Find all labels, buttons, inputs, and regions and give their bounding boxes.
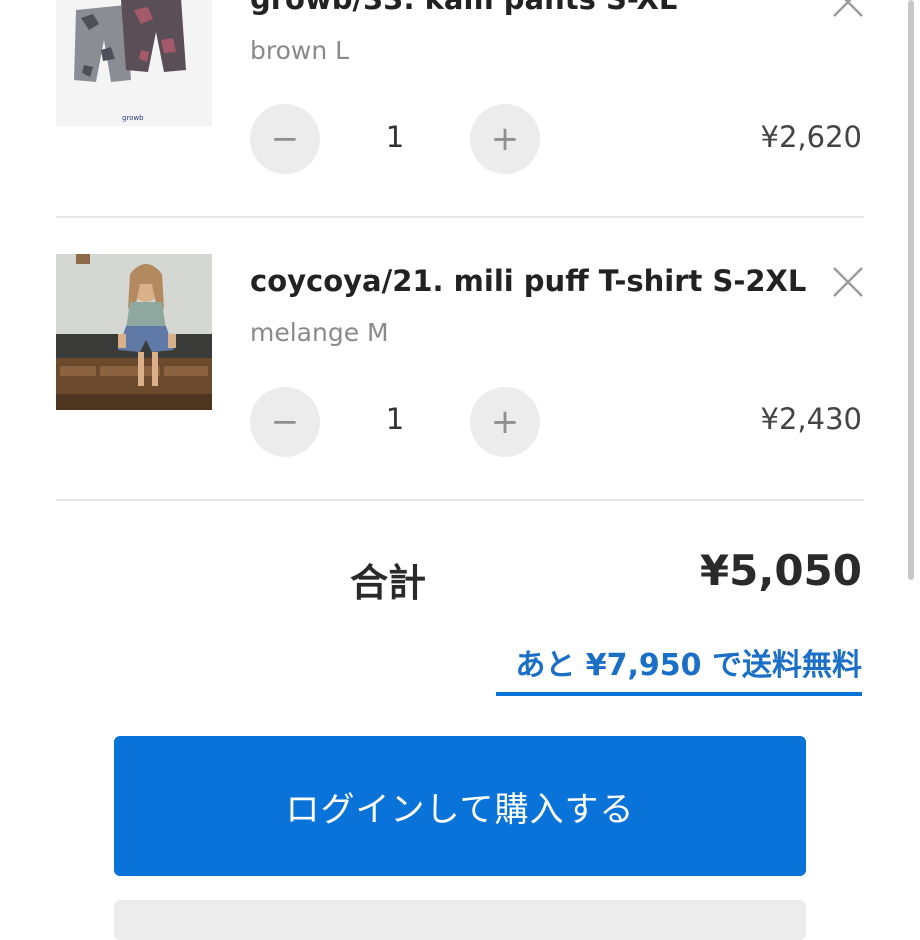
brand-logo-text: growb xyxy=(122,114,144,122)
item-price: ¥2,620 xyxy=(760,120,862,154)
product-thumbnail[interactable] xyxy=(56,254,212,410)
product-variant: brown L xyxy=(250,36,350,65)
product-variant: melange M xyxy=(250,318,389,347)
item-price: ¥2,430 xyxy=(760,402,862,436)
secondary-button[interactable] xyxy=(114,900,806,940)
close-icon[interactable] xyxy=(828,0,868,22)
decrease-quantity-button[interactable]: − xyxy=(250,387,320,457)
plus-icon: + xyxy=(490,119,520,159)
increase-quantity-button[interactable]: + xyxy=(470,104,540,174)
plus-icon: + xyxy=(490,402,520,442)
scrollbar[interactable] xyxy=(908,0,914,580)
login-purchase-button[interactable]: ログインして購入する xyxy=(114,736,806,876)
quantity-value: 1 xyxy=(385,120,405,154)
product-thumbnail[interactable]: growb xyxy=(56,0,212,126)
item-divider xyxy=(56,216,864,218)
product-title[interactable]: coycoya/21. mili puff T-shirt S-2XL xyxy=(250,264,806,298)
free-shipping-text: あと ¥7,950 で送料無料 xyxy=(515,648,862,683)
child-tshirt-photo xyxy=(56,254,212,410)
minus-icon: − xyxy=(270,402,300,442)
free-shipping-link[interactable]: あと ¥7,950 で送料無料 xyxy=(496,640,862,696)
item-divider xyxy=(56,499,864,501)
total-label: 合計 xyxy=(350,561,427,605)
minus-icon: − xyxy=(270,119,300,159)
increase-quantity-button[interactable]: + xyxy=(470,387,540,457)
quantity-value: 1 xyxy=(385,402,405,436)
close-icon[interactable] xyxy=(828,262,868,302)
camo-pants-image: growb xyxy=(56,0,212,126)
product-title[interactable]: growb/33. kam pants S-XL xyxy=(250,0,677,16)
decrease-quantity-button[interactable]: − xyxy=(250,104,320,174)
login-purchase-label: ログインして購入する xyxy=(285,789,635,830)
total-value: ¥5,050 xyxy=(699,546,862,595)
